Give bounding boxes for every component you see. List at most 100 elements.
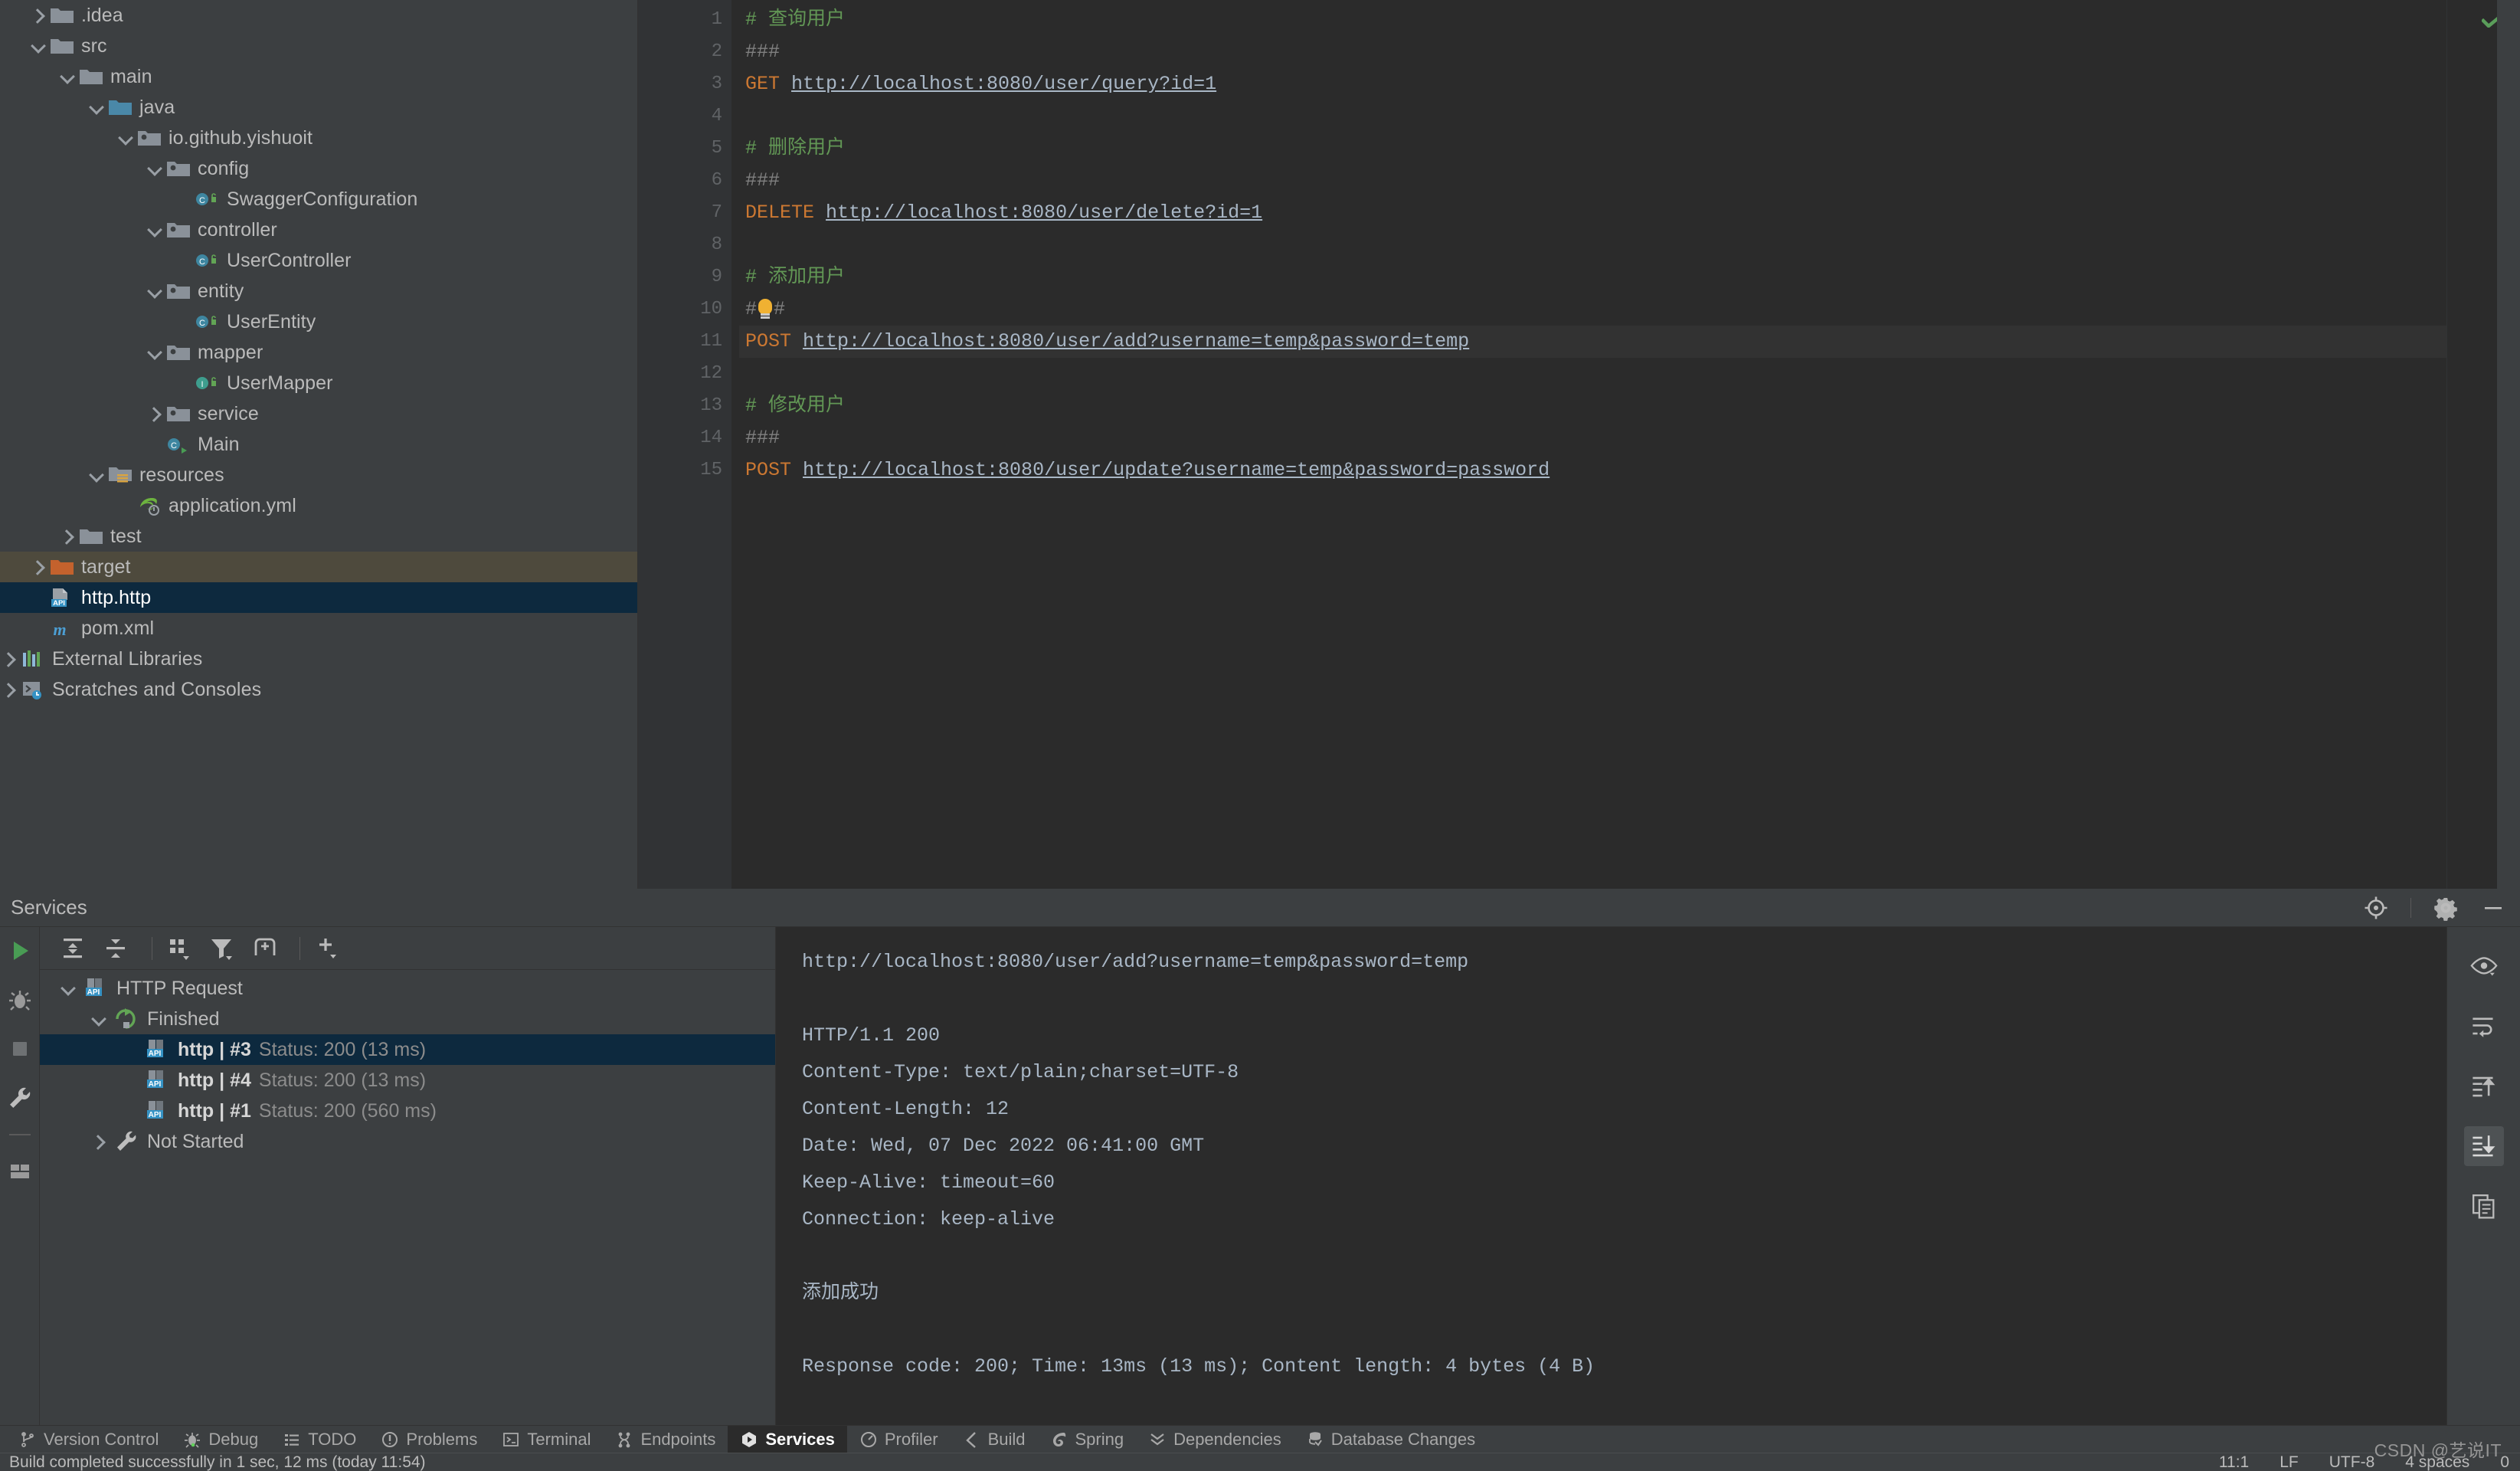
eye-icon[interactable] xyxy=(2464,947,2504,987)
service-item-not-started[interactable]: Not Started xyxy=(40,1126,775,1157)
code-line[interactable] xyxy=(739,229,2446,261)
http-response-pane[interactable]: http://localhost:8080/user/add?username=… xyxy=(775,927,2520,1425)
chevron-closed-icon[interactable] xyxy=(29,557,49,577)
chevron-none-icon[interactable] xyxy=(175,373,195,393)
chevron-none-icon[interactable] xyxy=(116,496,136,516)
tree-item-external-libraries[interactable]: External Libraries xyxy=(0,644,637,674)
chevron-none-icon[interactable] xyxy=(175,312,195,332)
service-item-http-1[interactable]: API http | #1 Status: 200 (560 ms) xyxy=(40,1096,775,1126)
tree-item-io-github-yishuoit[interactable]: io.github.yishuoit xyxy=(0,123,637,153)
tree-item-main[interactable]: main xyxy=(0,61,637,92)
locate-icon[interactable] xyxy=(2363,895,2389,921)
tree-item-application-yml[interactable]: application.yml xyxy=(0,490,637,521)
chevron-none-icon[interactable] xyxy=(29,588,49,608)
tree-item--idea[interactable]: .idea xyxy=(0,0,637,31)
tree-item-entity[interactable]: entity xyxy=(0,276,637,306)
chevron-open-icon[interactable] xyxy=(146,342,165,362)
tree-item-controller[interactable]: controller xyxy=(0,215,637,245)
code-line[interactable]: # 查询用户 xyxy=(739,4,2446,36)
tool-window-tab-todo[interactable]: TODO xyxy=(270,1426,368,1453)
code-line[interactable]: # 删除用户 xyxy=(739,133,2446,165)
chevron-closed-icon[interactable] xyxy=(0,649,20,669)
tree-item-src[interactable]: src xyxy=(0,31,637,61)
tool-window-tab-build[interactable]: Build xyxy=(951,1426,1038,1453)
project-tree-pane[interactable]: .idea src main java io.github.yishuoit config… xyxy=(0,0,638,889)
chevron-closed-icon[interactable] xyxy=(29,5,49,25)
collapse-all-icon[interactable] xyxy=(100,931,142,966)
tree-item-http-http[interactable]: API http.http xyxy=(0,582,637,613)
tree-item-userentity[interactable]: C UserEntity xyxy=(0,306,637,337)
soft-wrap-icon[interactable] xyxy=(2464,1007,2504,1047)
service-item-http-3[interactable]: API http | #3 Status: 200 (13 ms) xyxy=(40,1034,775,1065)
chevron-closed-icon[interactable] xyxy=(146,404,165,424)
tool-window-tab-profiler[interactable]: Profiler xyxy=(847,1426,951,1453)
chevron-open-icon[interactable] xyxy=(87,97,107,117)
editor-scroll-strip[interactable] xyxy=(2497,0,2520,889)
service-item-finished[interactable]: Finished xyxy=(40,1004,775,1034)
intention-bulb-icon[interactable] xyxy=(758,299,773,319)
tree-item-main[interactable]: C Main xyxy=(0,429,637,460)
code-line[interactable]: ### xyxy=(739,165,2446,197)
code-line[interactable]: POST http://localhost:8080/user/update?u… xyxy=(739,454,2446,487)
service-item-http-4[interactable]: API http | #4 Status: 200 (13 ms) xyxy=(40,1065,775,1096)
tool-window-tab-dependencies[interactable]: Dependencies xyxy=(1136,1426,1294,1453)
scroll-up-icon[interactable] xyxy=(2464,1066,2504,1106)
chevron-none-icon[interactable] xyxy=(118,1070,144,1090)
tree-item-usercontroller[interactable]: C UserController xyxy=(0,245,637,276)
chevron-none-icon[interactable] xyxy=(175,189,195,209)
code-line[interactable] xyxy=(739,358,2446,390)
chevron-open-icon[interactable] xyxy=(146,281,165,301)
tree-item-resources[interactable]: resources xyxy=(0,460,637,490)
code-line[interactable]: # 添加用户 xyxy=(739,261,2446,293)
line-separator[interactable]: LF xyxy=(2279,1453,2299,1471)
code-line[interactable]: # 修改用户 xyxy=(739,390,2446,422)
chevron-open-icon[interactable] xyxy=(146,159,165,179)
chevron-open-icon[interactable] xyxy=(29,36,49,56)
chevron-closed-icon[interactable] xyxy=(87,1132,113,1152)
branch-indicator[interactable]: 0 xyxy=(2500,1453,2509,1471)
tool-window-tab-spring[interactable]: Spring xyxy=(1037,1426,1136,1453)
gear-icon[interactable] xyxy=(2433,895,2459,921)
tool-window-tab-bar[interactable]: Version Control Debug TODO Problems Terminal… xyxy=(0,1425,2520,1453)
editor-pane[interactable]: 1 2 3 4 5 6 7 8 9 10 11 12 13 14 15 # 查询用户 ### GET http:… xyxy=(638,0,2520,889)
debug-icon[interactable] xyxy=(7,987,33,1013)
code-line[interactable]: ### xyxy=(739,36,2446,68)
chevron-open-icon[interactable] xyxy=(146,220,165,240)
tree-item-config[interactable]: config xyxy=(0,153,637,184)
chevron-open-icon[interactable] xyxy=(116,128,136,148)
tree-item-java[interactable]: java xyxy=(0,92,637,123)
tool-window-tab-debug[interactable]: Debug xyxy=(171,1426,270,1453)
chevron-open-icon[interactable] xyxy=(87,465,107,485)
code-line[interactable] xyxy=(739,100,2446,133)
filter-icon[interactable] xyxy=(205,931,247,966)
run-icon[interactable] xyxy=(7,938,33,964)
tool-window-tab-endpoints[interactable]: Endpoints xyxy=(603,1426,728,1453)
editor-code-area[interactable]: # 查询用户 ### GET http://localhost:8080/user/… xyxy=(731,0,2446,889)
tree-item-usermapper[interactable]: I UserMapper xyxy=(0,368,637,398)
tree-item-mapper[interactable]: mapper xyxy=(0,337,637,368)
chevron-closed-icon[interactable] xyxy=(58,526,78,546)
tool-window-tab-services[interactable]: Services xyxy=(728,1425,847,1453)
chevron-open-icon[interactable] xyxy=(87,1009,113,1029)
expand-all-icon[interactable] xyxy=(57,931,100,966)
tree-item-pom-xml[interactable]: m pom.xml xyxy=(0,613,637,644)
chevron-none-icon[interactable] xyxy=(118,1101,144,1121)
tree-item-swaggerconfiguration[interactable]: C SwaggerConfiguration xyxy=(0,184,637,215)
chevron-none-icon[interactable] xyxy=(146,434,165,454)
chevron-open-icon[interactable] xyxy=(58,67,78,87)
code-line[interactable]: ### xyxy=(739,422,2446,454)
layout-icon[interactable] xyxy=(7,1158,33,1184)
tool-window-tab-problems[interactable]: Problems xyxy=(368,1426,489,1453)
chevron-none-icon[interactable] xyxy=(29,618,49,638)
add-tab-icon[interactable] xyxy=(247,931,290,966)
tool-window-tab-terminal[interactable]: Terminal xyxy=(489,1426,603,1453)
add-service-icon[interactable] xyxy=(309,931,352,966)
copy-icon[interactable] xyxy=(2464,1186,2504,1226)
code-line[interactable]: POST http://localhost:8080/user/add?user… xyxy=(739,326,2446,358)
code-line[interactable]: # # xyxy=(739,293,2446,326)
group-by-icon[interactable] xyxy=(162,931,205,966)
file-encoding[interactable]: UTF-8 xyxy=(2329,1453,2375,1471)
chevron-none-icon[interactable] xyxy=(175,251,195,270)
services-run-sidebar[interactable] xyxy=(0,927,40,1425)
project-tree[interactable]: .idea src main java io.github.yishuoit config… xyxy=(0,0,637,705)
